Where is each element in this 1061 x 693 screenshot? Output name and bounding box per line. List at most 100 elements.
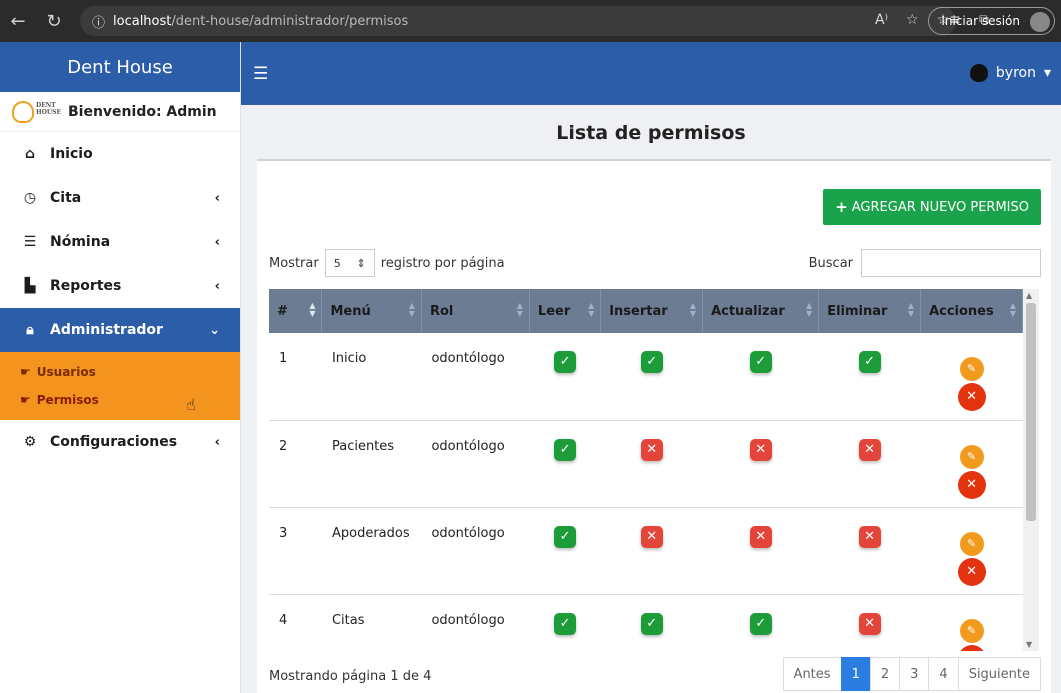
cell-menu: Inicio [321, 333, 422, 421]
check-icon[interactable]: ✓ [554, 351, 577, 373]
hand-point-icon: ☛ [20, 365, 31, 379]
column-header-rol[interactable]: Rol ▲ ▼ [421, 289, 530, 333]
check-icon[interactable]: ✓ [640, 612, 663, 635]
delete-icon[interactable]: ✕ [957, 383, 986, 411]
menu-toggle-icon[interactable]: ☰ [253, 64, 268, 84]
column-header-number[interactable]: # ▲ ▼ [269, 289, 323, 333]
pagination-next[interactable]: Siguiente [957, 657, 1041, 691]
sidebar-item-reportes[interactable]: ▙ Reportes ‹ [0, 264, 240, 308]
cell-insertar: ✓ [600, 594, 703, 651]
sort-icon: ▲ ▼ [689, 301, 697, 318]
edit-icon[interactable]: ✎ [959, 531, 984, 556]
page-length-control: Mostrar 5 ⇕ registro por página [269, 249, 505, 277]
cell-acciones: ✎✕ [920, 333, 1023, 421]
submenu-item-usuarios[interactable]: ☛ Usuarios [0, 358, 240, 386]
check-icon[interactable]: ✓ [554, 612, 577, 635]
edit-icon[interactable]: ✎ [959, 357, 984, 381]
delete-icon[interactable]: ✕ [957, 470, 986, 499]
column-header-actualizar[interactable]: Actualizar ▲ ▼ [702, 289, 820, 333]
column-header-leer[interactable]: Leer ▲ ▼ [529, 289, 602, 333]
check-icon[interactable]: ✓ [554, 438, 577, 461]
cross-icon[interactable]: ✕ [749, 438, 772, 461]
scroll-down-icon[interactable]: ▼ [1026, 640, 1032, 649]
sidebar-item-administrador[interactable]: 🔒︎ Administrador ⌄ [0, 308, 240, 352]
cross-icon[interactable]: ✕ [858, 438, 881, 461]
check-icon[interactable]: ✓ [858, 351, 881, 373]
pagination-page[interactable]: 3 [899, 657, 930, 691]
sidebar-item-cita[interactable]: ◷ Cita ‹ [0, 176, 240, 220]
delete-icon[interactable]: ✕ [957, 557, 986, 586]
sidebar-item-label: Configuraciones [50, 434, 178, 450]
edit-icon[interactable]: ✎ [959, 618, 984, 643]
search-label: Buscar [808, 255, 853, 271]
main-content: Lista de permisos + AGREGAR NUEVO PERMIS… [241, 105, 1061, 693]
cell-actualizar: ✕ [702, 507, 819, 595]
pagination: Antes 1 2 3 4 Siguiente [782, 657, 1041, 691]
cell-leer: ✓ [529, 420, 601, 508]
profile-avatar [1030, 12, 1050, 32]
cell-insertar: ✕ [600, 507, 703, 595]
cell-acciones: ✎✕ [920, 507, 1023, 595]
cross-icon[interactable]: ✕ [640, 438, 663, 461]
cell-leer: ✓ [529, 507, 601, 595]
sidebar-item-nomina[interactable]: ☰ Nómina ‹ [0, 220, 240, 264]
cross-icon[interactable]: ✕ [749, 525, 772, 548]
add-permission-label: AGREGAR NUEVO PERMISO [851, 199, 1029, 215]
cross-icon[interactable]: ✕ [858, 612, 881, 635]
cell-number: 1 [269, 333, 322, 421]
sidebar-item-inicio[interactable]: ⌂ Inicio [0, 132, 240, 176]
clock-icon: ◷ [23, 190, 37, 206]
scroll-thumb[interactable] [1026, 303, 1036, 521]
check-icon[interactable]: ✓ [749, 351, 772, 373]
address-bar[interactable]: ⓘ localhost/dent-house/administrador/per… [80, 6, 956, 36]
user-menu[interactable]: byron ▾ [969, 64, 1051, 82]
submenu-item-label: Usuarios [36, 365, 96, 379]
cell-eliminar: ✕ [818, 420, 921, 508]
pagination-page[interactable]: 4 [928, 657, 959, 691]
sidebar-item-label: Administrador [50, 322, 163, 338]
cell-number: 3 [269, 507, 322, 595]
gears-icon: ⚙ [23, 434, 37, 450]
page-title: Lista de permisos [556, 121, 746, 144]
check-icon[interactable]: ✓ [554, 525, 577, 548]
sidebar: Dent House DENT HOUSE Bienvenido: Admin ⌂… [0, 42, 241, 693]
check-icon[interactable]: ✓ [640, 351, 663, 373]
pagination-page[interactable]: 2 [869, 657, 901, 691]
cross-icon[interactable]: ✕ [858, 525, 881, 548]
favorite-add-icon[interactable]: ☆ [906, 12, 919, 28]
sidebar-item-label: Inicio [50, 146, 93, 162]
scroll-up-icon[interactable]: ▲ [1026, 291, 1032, 300]
edit-icon[interactable]: ✎ [959, 444, 984, 469]
brand-title[interactable]: Dent House [0, 42, 240, 92]
login-button[interactable]: Iniciar sesión [928, 7, 1055, 35]
table-scrollbar[interactable]: ▲ ▼ [1023, 289, 1039, 651]
chevron-down-icon: ⌄ [209, 322, 220, 338]
column-header-acciones[interactable]: Acciones ▲ ▼ [920, 289, 1023, 333]
permissions-card: + AGREGAR NUEVO PERMISO Mostrar 5 ⇕ regi… [257, 159, 1051, 693]
page-size-select[interactable]: 5 ⇕ [324, 249, 375, 277]
permissions-table: # ▲ ▼ Menú ▲ ▼ Rol ▲ ▼ Leer ▲ ▼ Insertar ▲ ▼ Actua… [269, 289, 1023, 651]
search-input[interactable] [861, 249, 1041, 277]
back-icon[interactable]: ← [0, 0, 36, 42]
submenu-item-permisos[interactable]: ☛ Permisos [0, 386, 240, 414]
delete-icon[interactable]: ✕ [957, 644, 986, 651]
caret-down-icon: ▾ [1043, 65, 1051, 81]
check-icon[interactable]: ✓ [749, 612, 772, 635]
sidebar-item-configuraciones[interactable]: ⚙ Configuraciones ‹ [0, 420, 240, 464]
cell-number: 2 [269, 420, 322, 508]
sort-icon: ▲ ▼ [588, 301, 595, 318]
browser-toolbar: ← ↻ ⓘ localhost/dent-house/administrador… [0, 0, 1061, 42]
top-navbar: ☰ byron ▾ [241, 42, 1061, 105]
pagination-page[interactable]: 1 [840, 657, 871, 691]
column-header-menu[interactable]: Menú ▲ ▼ [321, 289, 422, 333]
column-header-eliminar[interactable]: Eliminar ▲ ▼ [818, 289, 922, 333]
pagination-prev[interactable]: Antes [782, 657, 842, 691]
per-page-label: registro por página [380, 255, 505, 271]
read-aloud-icon[interactable]: A⁾ [875, 12, 888, 28]
user-icon [969, 64, 988, 82]
reload-icon[interactable]: ↻ [36, 0, 72, 42]
url-path: /dent-house/administrador/permisos [171, 13, 409, 29]
column-header-insertar[interactable]: Insertar ▲ ▼ [600, 289, 704, 333]
add-permission-button[interactable]: + AGREGAR NUEVO PERMISO [823, 189, 1041, 225]
cross-icon[interactable]: ✕ [640, 525, 663, 548]
